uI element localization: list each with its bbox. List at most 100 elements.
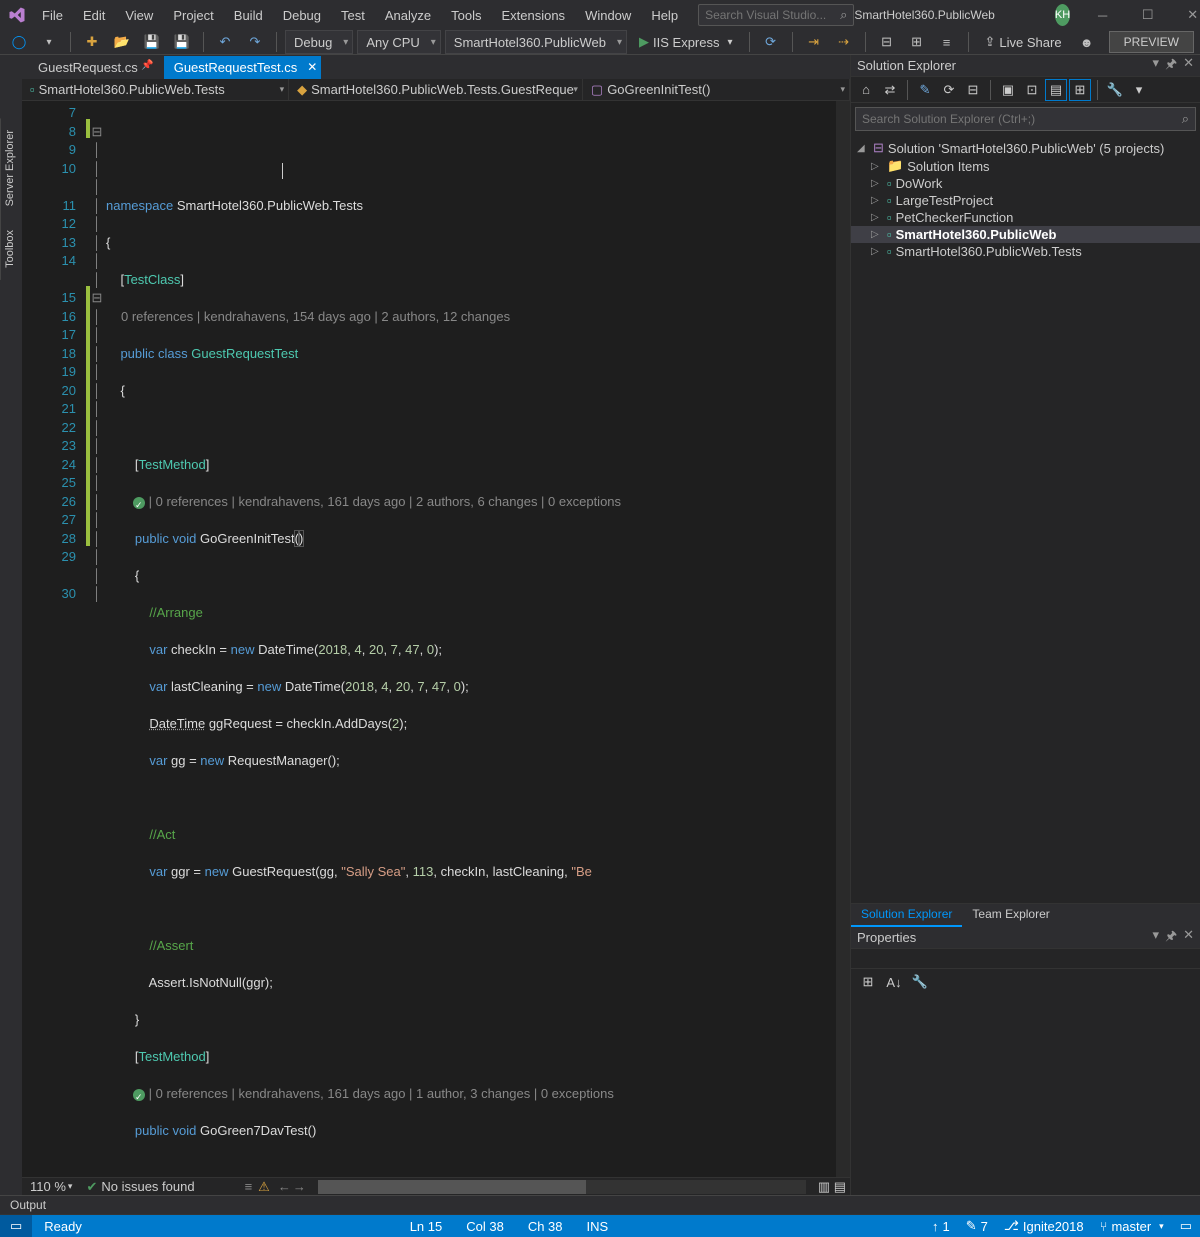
dropdown-icon[interactable]: ▾ bbox=[1153, 927, 1160, 949]
code-editor[interactable]: 78910 11121314 1516171819202122232425262… bbox=[22, 101, 850, 1177]
maximize-button[interactable]: ☐ bbox=[1125, 0, 1170, 30]
menu-view[interactable]: View bbox=[115, 4, 163, 27]
nav-method-dropdown[interactable]: ▢GoGreenInitTest() bbox=[583, 79, 850, 100]
nav-class-dropdown[interactable]: ◆SmartHotel360.PublicWeb.Tests.GuestRequ… bbox=[289, 79, 583, 100]
undo-button[interactable]: ↶ bbox=[212, 30, 238, 54]
filter-button[interactable]: ▾ bbox=[1128, 79, 1150, 101]
back-button[interactable]: ◯ bbox=[6, 30, 32, 54]
switch-view-button[interactable]: ⇄ bbox=[879, 79, 901, 101]
close-icon[interactable]: ✕ bbox=[307, 60, 317, 74]
tree-petchecker[interactable]: ▷▫ PetCheckerFunction bbox=[851, 209, 1200, 226]
pin-icon[interactable]: 📌 bbox=[141, 60, 153, 71]
toolbox-tab[interactable]: Toolbox bbox=[0, 218, 19, 280]
tree-smarthotel360-publicweb[interactable]: ▷▫ SmartHotel360.PublicWeb bbox=[851, 226, 1200, 243]
startup-dropdown[interactable]: SmartHotel360.PublicWeb bbox=[445, 30, 627, 54]
open-button[interactable]: 📂 bbox=[109, 30, 135, 54]
close-icon[interactable]: ✕ bbox=[1183, 927, 1194, 949]
quick-search[interactable]: ⌕ bbox=[698, 4, 854, 26]
codelens-method[interactable]: | 0 references | kendrahavens, 161 days … bbox=[145, 1086, 614, 1101]
nav-project-dropdown[interactable]: ▫SmartHotel360.PublicWeb.Tests bbox=[22, 79, 289, 100]
preview-selected-button[interactable]: ▤ bbox=[1045, 79, 1067, 101]
search-input[interactable] bbox=[705, 8, 840, 22]
menu-edit[interactable]: Edit bbox=[73, 4, 115, 27]
tree-dowork[interactable]: ▷▫ DoWork bbox=[851, 175, 1200, 192]
solution-search[interactable]: ⌕ bbox=[855, 107, 1196, 131]
status-branch[interactable]: ⑂master▾ bbox=[1092, 1215, 1172, 1237]
status-notifications[interactable]: ▭ bbox=[1172, 1215, 1200, 1237]
user-avatar[interactable]: KH bbox=[1055, 4, 1070, 26]
pending-changes-button[interactable]: ✎ bbox=[914, 79, 936, 101]
output-panel-header[interactable]: Output bbox=[0, 1195, 1200, 1215]
menu-debug[interactable]: Debug bbox=[273, 4, 331, 27]
file-tab-guestrequesttest[interactable]: GuestRequestTest.cs ✕ bbox=[164, 56, 322, 79]
file-tab-guestrequest[interactable]: GuestRequest.cs 📌 bbox=[28, 56, 162, 79]
status-publish[interactable]: ↑1 bbox=[924, 1215, 958, 1237]
scrollbar-thumb[interactable] bbox=[318, 1180, 586, 1194]
sync-button[interactable]: ⟳ bbox=[938, 79, 960, 101]
save-all-button[interactable]: 💾 bbox=[169, 30, 195, 54]
show-all-button[interactable]: ▣ bbox=[997, 79, 1019, 101]
comment-button[interactable]: ⊟ bbox=[874, 30, 900, 54]
menu-analyze[interactable]: Analyze bbox=[375, 4, 441, 27]
config-dropdown[interactable]: Debug bbox=[285, 30, 353, 54]
collapse-button[interactable]: ⊟ bbox=[962, 79, 984, 101]
refresh-button[interactable]: ⊡ bbox=[1021, 79, 1043, 101]
forward-button[interactable]: ▾ bbox=[36, 30, 62, 54]
test-pass-icon[interactable] bbox=[133, 497, 145, 509]
solution-tree[interactable]: ◢⊟ Solution 'SmartHotel360.PublicWeb' (5… bbox=[851, 135, 1200, 903]
horizontal-scrollbar[interactable] bbox=[318, 1180, 806, 1194]
solution-explorer-tab[interactable]: Solution Explorer bbox=[851, 904, 962, 927]
menu-file[interactable]: File bbox=[32, 4, 73, 27]
close-button[interactable]: ✕ bbox=[1170, 0, 1200, 30]
server-explorer-tab[interactable]: Server Explorer bbox=[0, 118, 19, 218]
tree-largetestproject[interactable]: ▷▫ LargeTestProject bbox=[851, 192, 1200, 209]
status-repo[interactable]: ⎇Ignite2018 bbox=[996, 1215, 1092, 1237]
dropdown-icon[interactable]: ▾ bbox=[1153, 55, 1160, 77]
format-button[interactable]: ≡ bbox=[934, 30, 960, 54]
close-icon[interactable]: ✕ bbox=[1183, 55, 1194, 77]
status-changes[interactable]: ✎7 bbox=[958, 1215, 996, 1237]
menu-project[interactable]: Project bbox=[163, 4, 223, 27]
minimize-button[interactable]: ─ bbox=[1080, 0, 1125, 30]
platform-dropdown[interactable]: Any CPU bbox=[357, 30, 440, 54]
solution-search-input[interactable] bbox=[862, 112, 1182, 126]
track-active-button[interactable]: ⊞ bbox=[1069, 79, 1091, 101]
property-pages-button[interactable]: 🔧 bbox=[909, 971, 931, 993]
step-over-button[interactable]: ⇢ bbox=[831, 30, 857, 54]
issues-indicator[interactable]: ✔ No issues found bbox=[80, 1179, 200, 1195]
alphabetical-button[interactable]: A↓ bbox=[883, 971, 905, 993]
uncomment-button[interactable]: ⊞ bbox=[904, 30, 930, 54]
save-button[interactable]: 💾 bbox=[139, 30, 165, 54]
home-button[interactable]: ⌂ bbox=[855, 79, 877, 101]
code-content[interactable]: namespace SmartHotel360.PublicWeb.Tests … bbox=[104, 101, 836, 1177]
vertical-scrollbar[interactable] bbox=[836, 101, 850, 1177]
pin-icon[interactable]: 🖈 bbox=[1165, 927, 1177, 949]
menu-test[interactable]: Test bbox=[331, 4, 375, 27]
preview-button[interactable]: PREVIEW bbox=[1109, 31, 1194, 53]
live-share-button[interactable]: ⇪ Live Share bbox=[977, 34, 1070, 50]
codelens-class[interactable]: 0 references | kendrahavens, 154 days ag… bbox=[121, 309, 510, 324]
tree-solution-items[interactable]: ▷📁 Solution Items bbox=[851, 157, 1200, 175]
split-icons[interactable]: ▥ ▤ bbox=[814, 1179, 850, 1195]
test-pass-icon[interactable] bbox=[133, 1089, 145, 1101]
menu-build[interactable]: Build bbox=[224, 4, 273, 27]
zoom-level[interactable]: 110 %▾ bbox=[22, 1179, 80, 1194]
run-button[interactable]: ▶ IIS Express ▾ bbox=[631, 30, 741, 54]
tree-smarthotel360-tests[interactable]: ▷▫ SmartHotel360.PublicWeb.Tests bbox=[851, 243, 1200, 260]
menu-window[interactable]: Window bbox=[575, 4, 641, 27]
pin-icon[interactable]: 🖈 bbox=[1165, 55, 1177, 77]
properties-button[interactable]: 🔧 bbox=[1104, 79, 1126, 101]
refresh-button[interactable]: ⟳ bbox=[758, 30, 784, 54]
categorized-button[interactable]: ⊞ bbox=[857, 971, 879, 993]
properties-object-dropdown[interactable] bbox=[851, 949, 1200, 969]
menu-tools[interactable]: Tools bbox=[441, 4, 491, 27]
new-button[interactable]: ✚ bbox=[79, 30, 105, 54]
team-explorer-tab[interactable]: Team Explorer bbox=[962, 904, 1059, 927]
menu-help[interactable]: Help bbox=[641, 4, 688, 27]
codelens-method[interactable]: | 0 references | kendrahavens, 161 days … bbox=[145, 494, 621, 509]
step-into-button[interactable]: ⇥ bbox=[801, 30, 827, 54]
fold-gutter[interactable]: ⊟││││││││⊟││││││││││││││││ bbox=[90, 101, 104, 1177]
redo-button[interactable]: ↷ bbox=[242, 30, 268, 54]
tree-solution[interactable]: ◢⊟ Solution 'SmartHotel360.PublicWeb' (5… bbox=[851, 139, 1200, 157]
menu-extensions[interactable]: Extensions bbox=[491, 4, 575, 27]
